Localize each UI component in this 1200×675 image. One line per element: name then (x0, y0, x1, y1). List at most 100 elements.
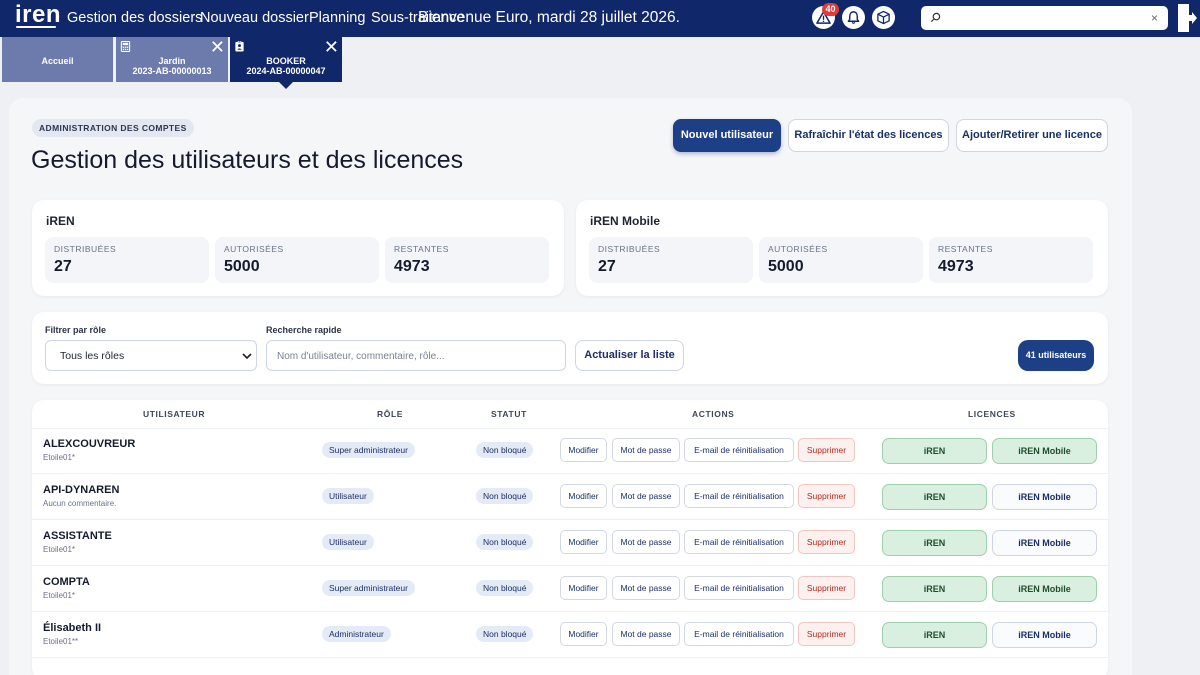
breadcrumb: ADMINISTRATION DES COMPTES (32, 119, 194, 137)
license-toggle-iren-mobile[interactable]: iREN Mobile (992, 622, 1097, 648)
stat-value: 4973 (938, 258, 974, 275)
edit-button[interactable]: Modifier (560, 622, 607, 646)
tab-booker-number: 2024-AB-00000047 (246, 66, 326, 76)
calculator-icon (120, 41, 131, 52)
stat-remaining: RESTANTES 4973 (929, 237, 1093, 283)
reset-email-button[interactable]: E-mail de réinitialisation (684, 622, 794, 646)
role-badge: Super administrateur (322, 442, 415, 458)
new-user-button[interactable]: Nouvel utilisateur (673, 119, 781, 152)
stat-label: DISTRIBUÉES (54, 244, 117, 254)
search-clear-icon[interactable]: × (1151, 10, 1158, 26)
column-header-user: UTILISATEUR (143, 409, 206, 419)
iren-logo[interactable]: iren (15, 3, 61, 30)
quick-search-field[interactable] (266, 340, 566, 371)
tab-dossier-booker[interactable]: BOOKER 2024-AB-00000047 ✕ (230, 37, 342, 82)
role-filter-value: Tous les rôles (60, 350, 125, 362)
stat-label: AUTORISÉES (768, 244, 828, 254)
license-name: iREN Mobile (590, 214, 661, 228)
edit-button[interactable]: Modifier (560, 576, 607, 600)
status-badge: Non bloqué (476, 442, 534, 458)
password-button[interactable]: Mot de passe (612, 622, 680, 646)
global-search-input[interactable] (945, 9, 1145, 27)
reset-email-button[interactable]: E-mail de réinitialisation (684, 576, 794, 600)
stat-authorized: AUTORISÉES 5000 (759, 237, 923, 283)
delete-button[interactable]: Supprimer (798, 484, 855, 508)
user-comment: Etoile01* (43, 591, 76, 600)
license-toggle-iren[interactable]: iREN (882, 576, 987, 602)
license-toggle-iren-mobile[interactable]: iREN Mobile (992, 438, 1097, 464)
password-button[interactable]: Mot de passe (612, 438, 680, 462)
add-remove-license-button[interactable]: Ajouter/Retirer une licence (956, 119, 1108, 152)
user-comment: Etoile01* (43, 453, 76, 462)
license-toggle-iren[interactable]: iREN (882, 484, 987, 510)
delete-button[interactable]: Supprimer (798, 622, 855, 646)
user-comment: Aucun commentaire. (43, 499, 117, 508)
table-row: ASSISTANTE Etoile01* Utilisateur Non blo… (32, 520, 1108, 566)
tab-accueil-label: Accueil (41, 56, 74, 66)
logout-icon[interactable] (1176, 3, 1198, 33)
reset-email-button[interactable]: E-mail de réinitialisation (684, 484, 794, 508)
password-button[interactable]: Mot de passe (612, 576, 680, 600)
reset-email-button[interactable]: E-mail de réinitialisation (684, 530, 794, 554)
stat-value: 5000 (768, 258, 804, 275)
user-name: ASSISTANTE (43, 530, 112, 542)
role-filter-select[interactable]: Tous les rôles (45, 340, 257, 371)
license-toggle-iren[interactable]: iREN (882, 622, 987, 648)
page-title: Gestion des utilisateurs et des licences (31, 146, 464, 174)
active-tab-caret (279, 82, 293, 89)
delete-button[interactable]: Supprimer (798, 530, 855, 554)
user-comment: Etoile01* (43, 545, 76, 554)
nav-planning[interactable]: Planning (309, 10, 365, 26)
close-icon[interactable]: ✕ (324, 38, 339, 56)
delete-button[interactable]: Supprimer (798, 576, 855, 600)
role-filter-label: Filtrer par rôle (45, 325, 107, 335)
status-badge: Non bloqué (476, 488, 534, 504)
stat-label: RESTANTES (394, 244, 449, 254)
chevron-down-icon (242, 353, 252, 360)
license-toggle-iren[interactable]: iREN (882, 530, 987, 556)
id-card-icon (235, 41, 244, 52)
stat-distributed: DISTRIBUÉES 27 (45, 237, 209, 283)
tab-dossier-jardin[interactable]: Jardin 2023-AB-00000013 ✕ (116, 37, 228, 82)
license-card-iren: iREN DISTRIBUÉES 27 AUTORISÉES 5000 REST… (32, 200, 564, 296)
license-toggle-iren-mobile[interactable]: iREN Mobile (992, 576, 1097, 602)
license-toggle-iren[interactable]: iREN (882, 438, 987, 464)
stat-label: AUTORISÉES (224, 244, 284, 254)
search-icon (930, 12, 941, 23)
license-toggle-iren-mobile[interactable]: iREN Mobile (992, 530, 1097, 556)
global-search[interactable]: × (921, 6, 1168, 30)
nav-gestion-dossiers[interactable]: Gestion des dossiers (67, 10, 202, 26)
delete-button[interactable]: Supprimer (798, 438, 855, 462)
table-row: ALEXCOUVREUR Etoile01* Super administrat… (32, 428, 1108, 474)
welcome-message: Bienvenue Euro, mardi 28 juillet 2026. (418, 9, 680, 26)
edit-button[interactable]: Modifier (560, 438, 607, 462)
tab-accueil[interactable]: Accueil (2, 37, 113, 82)
column-header-licenses: LICENCES (968, 409, 1016, 419)
table-row: Élisabeth II Etoile01** Administrateur N… (32, 612, 1108, 658)
password-button[interactable]: Mot de passe (612, 530, 680, 554)
license-toggle-iren-mobile[interactable]: iREN Mobile (992, 484, 1097, 510)
nav-nouveau-dossier[interactable]: Nouveau dossier (200, 10, 309, 26)
package-icon[interactable] (872, 6, 895, 29)
table-row: API-DYNAREN Aucun commentaire. Utilisate… (32, 474, 1108, 520)
password-button[interactable]: Mot de passe (612, 484, 680, 508)
role-badge: Administrateur (322, 626, 391, 642)
status-badge: Non bloqué (476, 580, 534, 596)
role-badge: Super administrateur (322, 580, 415, 596)
quick-search-input[interactable] (277, 348, 557, 364)
tab-jardin-number: 2023-AB-00000013 (132, 66, 212, 76)
refresh-licenses-button[interactable]: Rafraîchir l'état des licences (788, 119, 949, 152)
column-header-actions: ACTIONS (692, 409, 735, 419)
edit-button[interactable]: Modifier (560, 484, 607, 508)
stat-value: 4973 (394, 258, 430, 275)
reset-email-button[interactable]: E-mail de réinitialisation (684, 438, 794, 462)
user-name: ALEXCOUVREUR (43, 438, 136, 450)
bell-icon[interactable] (842, 6, 865, 29)
user-comment: Etoile01** (43, 637, 79, 646)
close-icon[interactable]: ✕ (210, 38, 225, 56)
stat-label: DISTRIBUÉES (598, 244, 661, 254)
license-name: iREN (46, 214, 75, 228)
reload-list-button[interactable]: Actualiser la liste (575, 340, 684, 371)
edit-button[interactable]: Modifier (560, 530, 607, 554)
column-header-status: STATUT (491, 409, 527, 419)
